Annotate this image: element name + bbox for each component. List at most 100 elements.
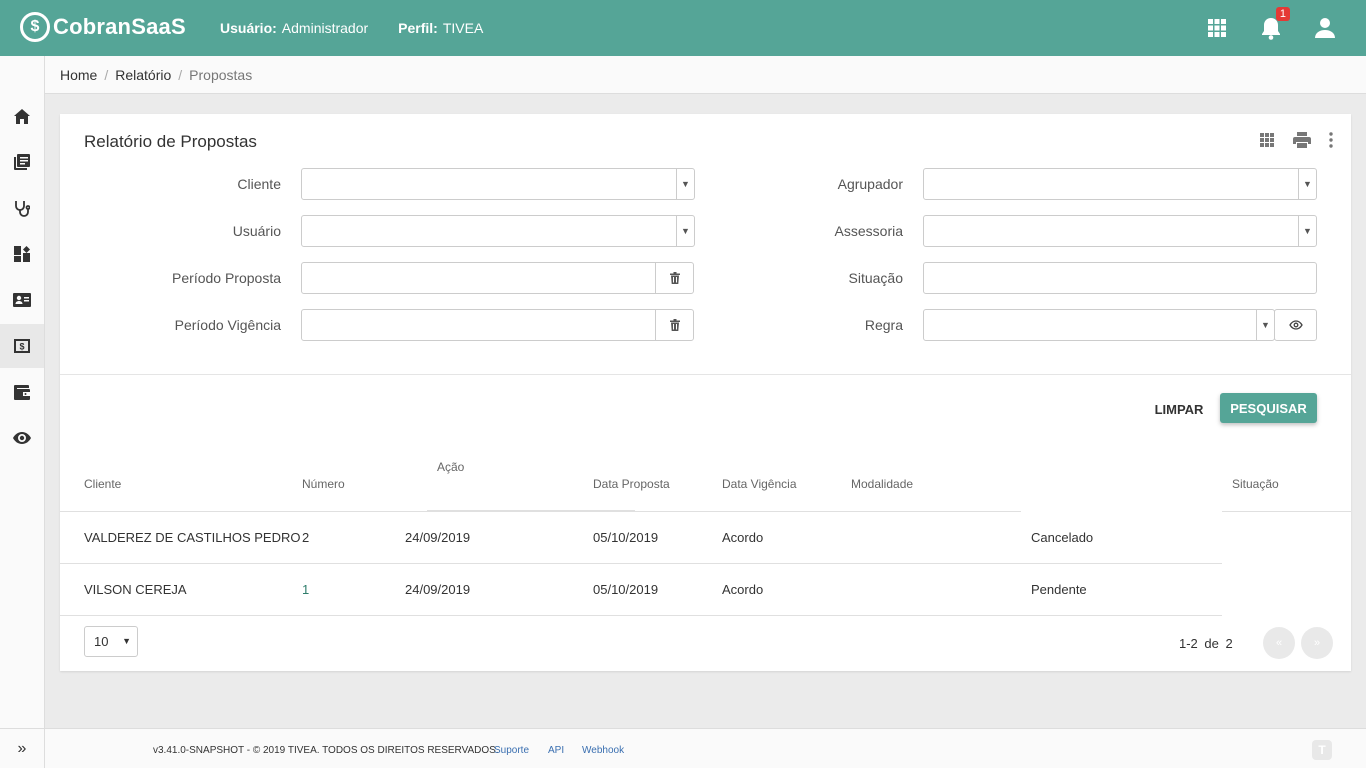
agrupador-select[interactable]: ▼ (923, 168, 1317, 200)
sidebar-item-wallet[interactable] (0, 370, 44, 414)
footer-link-support[interactable]: Suporte (494, 745, 529, 756)
col-header-acao[interactable]: Ação (437, 460, 464, 474)
situacao-input[interactable] (923, 262, 1317, 294)
cell-cliente: VALDEREZ DE CASTILHOS PEDRO (84, 530, 301, 545)
chevron-down-icon: ▼ (1298, 216, 1316, 246)
row-divider (60, 615, 1222, 616)
filters-divider (60, 374, 1351, 375)
clear-button[interactable]: LIMPAR (1150, 395, 1208, 423)
col-header-modalidade[interactable]: Modalidade (851, 477, 913, 491)
user-value: Administrador (281, 20, 369, 36)
sidebar-item-library[interactable] (0, 140, 44, 184)
agrupador-label: Agrupador (837, 176, 903, 192)
breadcrumb-home[interactable]: Home (60, 67, 97, 83)
assessoria-select[interactable]: ▼ (923, 215, 1317, 247)
page-footer: v3.41.0-SNAPSHOT - © 2019 TIVEA. TODOS O… (45, 728, 1366, 768)
card-actions (1259, 132, 1333, 148)
svg-text:$: $ (19, 342, 24, 352)
footer-link-webhook[interactable]: Webhook (582, 745, 624, 756)
cell-situacao: Pendente (1031, 582, 1087, 597)
print-icon[interactable] (1293, 132, 1311, 148)
trash-icon[interactable] (655, 263, 693, 293)
pagination-total: 2 (1225, 636, 1233, 651)
page-size-value: 10 (94, 634, 109, 649)
periodo-vigencia-input[interactable] (301, 309, 694, 341)
pagination-range: 1-2 (1179, 636, 1198, 651)
breadcrumb: Home / Relatório / Propostas (45, 56, 1366, 94)
cliente-label: Cliente (237, 176, 281, 192)
situacao-label: Situação (848, 270, 903, 286)
cell-data-proposta: 05/10/2019 (593, 582, 659, 597)
col-header-situacao[interactable]: Situação (1232, 477, 1279, 491)
cliente-select[interactable]: ▼ (301, 168, 695, 200)
page-title: Relatório de Propostas (84, 132, 257, 151)
sidebar-expand-button[interactable]: » (0, 728, 44, 768)
breadcrumb-report[interactable]: Relatório (115, 67, 171, 83)
report-card: Relatório de Propostas Cliente ▼ Usuário… (60, 114, 1351, 671)
search-button[interactable]: PESQUISAR (1220, 393, 1317, 423)
cell-data-vigencia: Acordo (722, 582, 764, 597)
regra-view-button[interactable] (1274, 309, 1317, 341)
col-header-data-vigencia[interactable]: Data Vigência (722, 477, 797, 491)
cell-numero[interactable]: 1 (302, 582, 309, 597)
tivea-logo-icon: T (1312, 740, 1332, 760)
user-account-icon[interactable] (1314, 17, 1336, 39)
header-divider (1222, 511, 1351, 512)
cell-cliente: VILSON CEREJA (84, 582, 187, 597)
page-size-select[interactable]: 10 ▼ (84, 626, 138, 657)
periodo-proposta-input[interactable] (301, 262, 694, 294)
user-label: Usuário: (220, 20, 277, 36)
header-divider (60, 511, 1021, 512)
user-info-profile: Perfil: TIVEA (398, 20, 483, 36)
chevron-down-icon: ▼ (676, 169, 694, 199)
user-info: Usuário: Administrador Perfil: TIVEA (220, 20, 483, 36)
chevron-down-icon: ▼ (122, 636, 131, 646)
col-header-data-proposta[interactable]: Data Proposta (593, 477, 670, 491)
sidebar-item-view[interactable] (0, 416, 44, 460)
profile-value: TIVEA (442, 20, 484, 36)
contact-card-icon (13, 293, 31, 307)
apps-grid-icon[interactable] (1206, 17, 1228, 39)
home-icon (14, 108, 30, 124)
periodo-vigencia-label: Período Vigência (174, 317, 281, 333)
app-logo[interactable]: $ CobranSaaS (20, 12, 186, 42)
col-header-numero[interactable]: Número (302, 477, 345, 491)
trash-icon[interactable] (655, 310, 693, 340)
pagination-info: 1-2 de 2 (1179, 636, 1233, 651)
next-page-button[interactable]: » (1301, 627, 1333, 659)
usuario-select[interactable]: ▼ (301, 215, 695, 247)
sidebar-item-home[interactable] (0, 94, 44, 138)
columns-grid-icon[interactable] (1259, 132, 1275, 148)
col-header-cliente[interactable]: Cliente (84, 477, 121, 491)
cell-acao: 24/09/2019 (405, 530, 471, 545)
chevron-down-icon: ▼ (1256, 310, 1274, 340)
notifications-icon[interactable]: 1 (1260, 7, 1290, 40)
more-vert-icon[interactable] (1329, 132, 1333, 148)
footer-copyright: v3.41.0-SNAPSHOT - © 2019 TIVEA. TODOS O… (153, 745, 499, 756)
cell-numero: 2 (302, 530, 310, 545)
periodo-proposta-label: Período Proposta (172, 270, 281, 286)
wallet-icon (14, 384, 30, 400)
cell-acao: 24/09/2019 (405, 582, 471, 597)
sidebar: $ » (0, 56, 45, 768)
library-icon (14, 154, 30, 170)
sidebar-item-health[interactable] (0, 186, 44, 230)
footer-link-api[interactable]: API (548, 745, 564, 756)
sidebar-item-dashboard[interactable] (0, 232, 44, 276)
notification-badge: 1 (1275, 7, 1290, 21)
money-icon: $ (14, 339, 30, 353)
logo-icon: $ (20, 12, 50, 42)
regra-label: Regra (864, 317, 903, 333)
eye-icon (13, 432, 31, 444)
regra-select[interactable]: ▼ (923, 309, 1275, 341)
dashboard-icon (14, 246, 30, 262)
sidebar-item-billing[interactable]: $ (0, 324, 44, 368)
prev-page-button[interactable]: « (1263, 627, 1295, 659)
stethoscope-icon (15, 200, 30, 217)
breadcrumb-separator: / (104, 66, 109, 83)
cell-data-vigencia: Acordo (722, 530, 764, 545)
row-divider (60, 563, 1222, 564)
cell-data-proposta: 05/10/2019 (593, 530, 659, 545)
app-name: CobranSaaS (53, 14, 186, 39)
sidebar-item-contacts[interactable] (0, 278, 44, 322)
